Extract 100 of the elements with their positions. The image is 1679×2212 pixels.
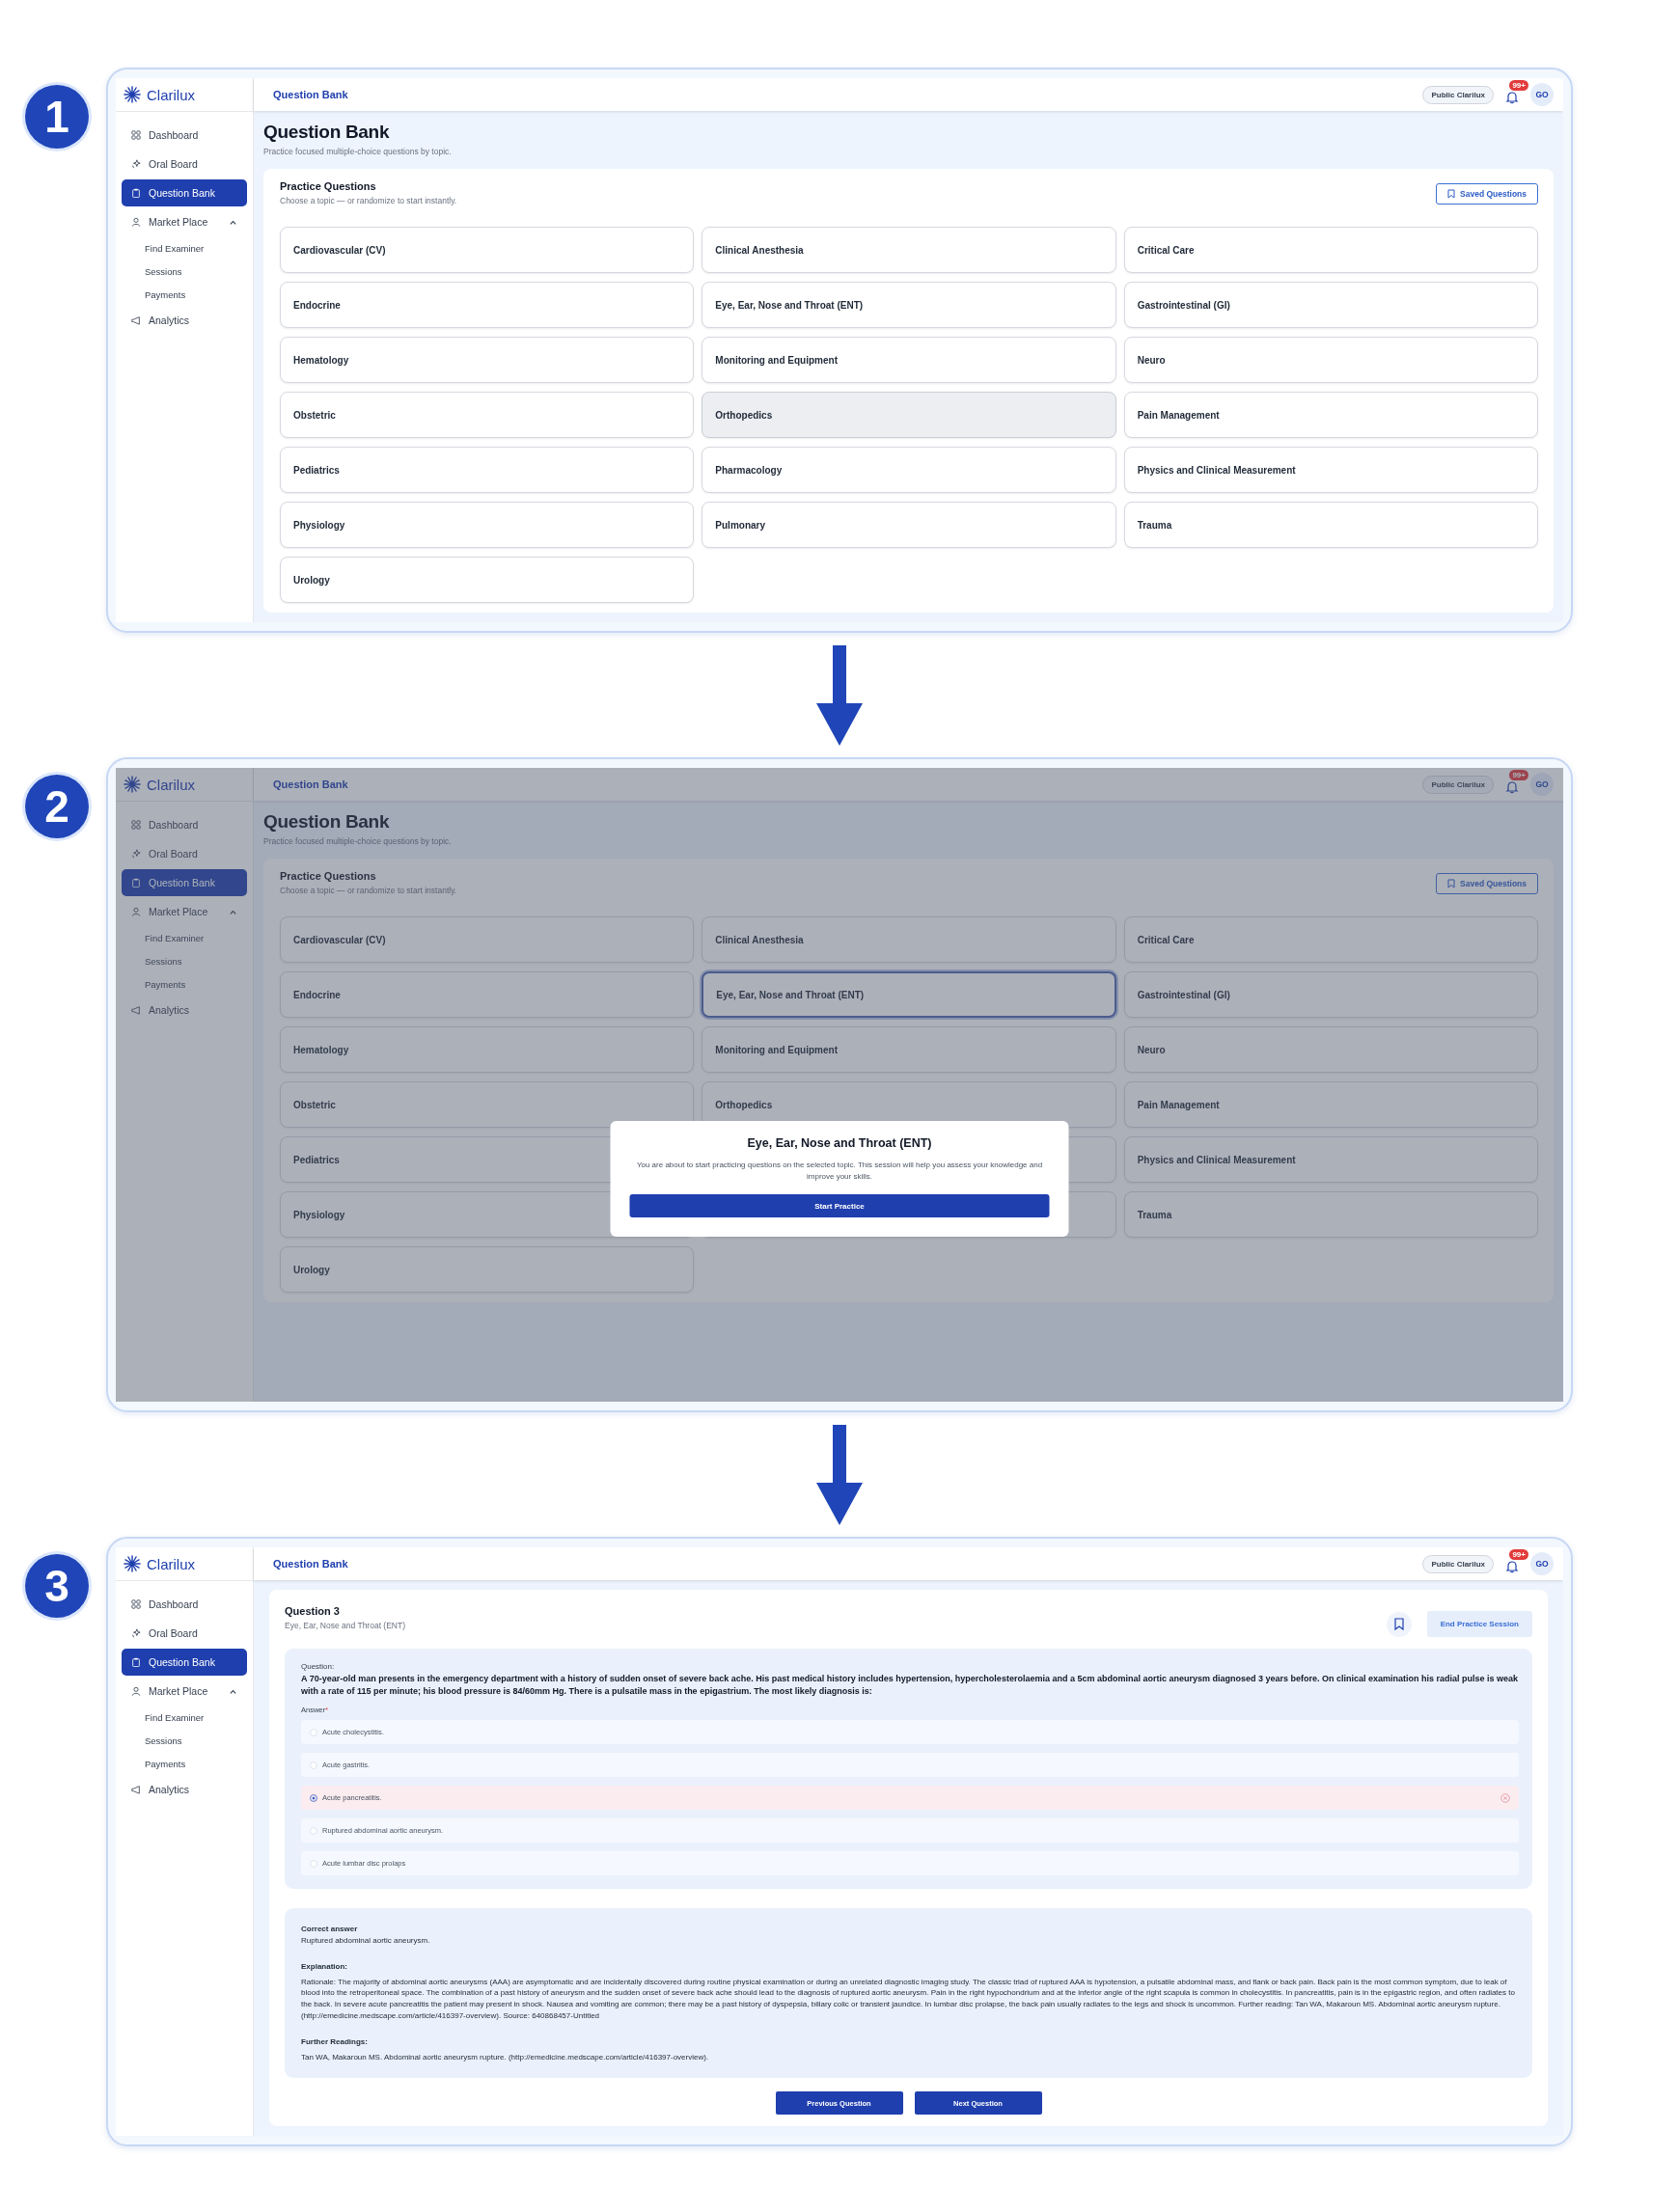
page-subtitle: Practice focused multiple-choice questions by topic. <box>263 147 453 156</box>
workspace-pill[interactable]: Public Clarilux <box>1422 1554 1494 1573</box>
sidebar-subitem[interactable]: Payments <box>122 1753 247 1774</box>
topic-card[interactable]: Monitoring and Equipment <box>702 337 1116 383</box>
megaphone-icon <box>131 315 141 325</box>
sidebar-item[interactable]: Market Place <box>122 898 247 925</box>
sidebar-subitem[interactable]: Find Examiner <box>122 237 247 259</box>
end-session-button[interactable]: End Practice Session <box>1426 1611 1532 1637</box>
topic-card[interactable]: Cardiovascular (CV) <box>280 227 695 273</box>
user-avatar[interactable]: GO <box>1530 1552 1554 1575</box>
topic-card[interactable]: Endocrine <box>280 971 695 1018</box>
topic-card[interactable]: Neuro <box>1123 1026 1538 1073</box>
starburst-logo-icon <box>124 776 141 793</box>
sidebar-item[interactable]: Oral Board <box>122 150 247 178</box>
topic-card[interactable]: Endocrine <box>280 282 695 328</box>
megaphone-icon <box>131 1785 141 1794</box>
brand-name: Clarilux <box>147 1555 195 1572</box>
saved-questions-button[interactable]: Saved Questions <box>1436 183 1538 205</box>
breadcrumb: Question Bank <box>273 1558 348 1570</box>
breadcrumb: Question Bank <box>273 778 348 790</box>
sidebar-item[interactable]: Analytics <box>122 1776 247 1803</box>
card-title: Practice Questions <box>280 180 377 192</box>
topic-card[interactable]: Obstetric <box>280 1081 695 1128</box>
grid-icon <box>131 820 141 830</box>
sidebar-subitem[interactable]: Sessions <box>122 1730 247 1751</box>
brand-name: Clarilux <box>147 776 195 793</box>
sidebar-subitem[interactable]: Sessions <box>122 950 247 971</box>
person-icon <box>131 1686 141 1696</box>
topic-card[interactable]: Critical Care <box>1123 227 1538 273</box>
sparkle-icon <box>131 1628 141 1638</box>
sidebar-item[interactable]: Market Place <box>122 1678 247 1705</box>
page-title: Question Bank <box>263 811 391 833</box>
topic-card[interactable]: Trauma <box>1123 502 1538 548</box>
topic-card[interactable]: Cardiovascular (CV) <box>280 916 695 963</box>
question-topic: Eye, Ear, Nose and Throat (ENT) <box>285 1621 406 1630</box>
workspace-pill[interactable]: Public Clarilux <box>1422 775 1494 794</box>
topic-card[interactable]: Pediatrics <box>280 447 695 493</box>
topic-card[interactable]: Monitoring and Equipment <box>702 1026 1116 1073</box>
sidebar-item[interactable]: Oral Board <box>122 1620 247 1647</box>
sidebar-item[interactable]: Dashboard <box>122 811 247 838</box>
topic-card[interactable]: Physiology <box>280 502 695 548</box>
start-practice-button[interactable]: Start Practice <box>629 1194 1050 1217</box>
sidebar-item[interactable]: Dashboard <box>122 122 247 149</box>
bell-icon[interactable] <box>1505 780 1519 794</box>
topic-card[interactable]: Critical Care <box>1123 916 1538 963</box>
topic-card[interactable]: Hematology <box>280 1026 695 1073</box>
topic-card[interactable]: Physics and Clinical Measurement <box>1123 447 1538 493</box>
topic-card[interactable]: Gastrointestinal (GI) <box>1123 282 1538 328</box>
step-number: 2 <box>25 775 89 838</box>
topic-card[interactable]: Clinical Anesthesia <box>702 916 1116 963</box>
notification-badge: 99+ <box>1509 80 1528 91</box>
person-icon <box>131 217 141 227</box>
topic-card[interactable]: Obstetric <box>280 392 695 438</box>
step-number: 1 <box>25 85 89 149</box>
bookmark-icon <box>1393 1618 1404 1630</box>
topic-card[interactable]: Eye, Ear, Nose and Throat (ENT) <box>702 282 1116 328</box>
user-avatar[interactable]: GO <box>1530 83 1554 106</box>
workspace-pill[interactable]: Public Clarilux <box>1422 85 1494 104</box>
sidebar-item[interactable]: Question Bank <box>122 869 247 896</box>
topic-card[interactable]: Gastrointestinal (GI) <box>1123 971 1538 1018</box>
topic-card[interactable]: Urology <box>280 1246 695 1293</box>
sparkle-icon <box>131 849 141 859</box>
user-avatar[interactable]: GO <box>1530 773 1554 796</box>
sidebar-subitem[interactable]: Find Examiner <box>122 927 247 948</box>
person-icon <box>131 907 141 916</box>
sidebar-subitem[interactable]: Find Examiner <box>122 1707 247 1728</box>
topic-card[interactable]: Pain Management <box>1123 392 1538 438</box>
sidebar-item[interactable]: Analytics <box>122 997 247 1024</box>
topic-card[interactable]: Eye, Ear, Nose and Throat (ENT) <box>702 971 1116 1018</box>
topic-card[interactable]: Pulmonary <box>702 502 1116 548</box>
explanation-label: Explanation: <box>301 1961 348 1973</box>
bookmark-button[interactable] <box>1386 1611 1412 1637</box>
card-subtitle: Choose a topic — or randomize to start instantly. <box>280 886 457 895</box>
sidebar-item[interactable]: Analytics <box>122 307 247 334</box>
sidebar-subitem[interactable]: Payments <box>122 973 247 995</box>
brand-name: Clarilux <box>147 86 195 103</box>
topic-card[interactable]: Orthopedics <box>702 392 1116 438</box>
sidebar-item[interactable]: Market Place <box>122 208 247 235</box>
radio-button[interactable] <box>310 1793 317 1802</box>
bell-icon[interactable] <box>1505 1560 1519 1573</box>
topic-card[interactable]: Trauma <box>1123 1191 1538 1238</box>
topic-card[interactable]: Neuro <box>1123 337 1538 383</box>
sidebar-item[interactable]: Oral Board <box>122 840 247 867</box>
card-subtitle: Choose a topic — or randomize to start instantly. <box>280 196 457 205</box>
topic-card[interactable]: Physics and Clinical Measurement <box>1123 1136 1538 1183</box>
sidebar-item[interactable]: Dashboard <box>122 1591 247 1618</box>
question-title: Question 3 <box>285 1605 341 1617</box>
topic-card[interactable]: Pharmacology <box>702 447 1116 493</box>
bell-icon[interactable] <box>1505 91 1519 104</box>
sidebar-item[interactable]: Question Bank <box>122 1649 247 1676</box>
topic-card[interactable]: Hematology <box>280 337 695 383</box>
starburst-logo-icon <box>124 86 141 103</box>
sidebar-subitem[interactable]: Payments <box>122 284 247 305</box>
topic-card[interactable]: Pain Management <box>1123 1081 1538 1128</box>
topic-card[interactable]: Clinical Anesthesia <box>702 227 1116 273</box>
sidebar-item[interactable]: Question Bank <box>122 179 247 206</box>
sidebar-subitem[interactable]: Sessions <box>122 260 247 282</box>
dialog-title: Eye, Ear, Nose and Throat (ENT) <box>747 1136 932 1150</box>
grid-icon <box>131 130 141 140</box>
topic-card[interactable]: Urology <box>280 557 695 603</box>
